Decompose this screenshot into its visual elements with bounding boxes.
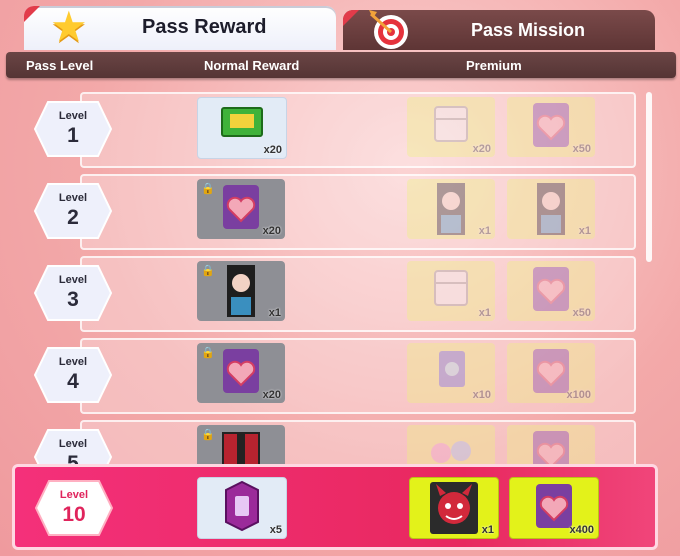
level-word: Level: [58, 110, 88, 122]
reward-slot-premium[interactable]: x1: [409, 477, 499, 539]
reward-qty: x10: [472, 389, 491, 401]
tab-corner-marker: [343, 10, 359, 26]
level-badge: Level 10: [35, 479, 113, 537]
reward-qty: x1: [268, 307, 281, 319]
reward-qty: x1: [478, 307, 491, 319]
column-header-bar: Pass Level Normal Reward Premium: [6, 52, 676, 78]
reward-list[interactable]: Level 1 x20 x20 x50 Level 2 🔒 x20 x1 x1 Level 3 🔒 x1 x1…: [0, 86, 680, 466]
target-icon: [369, 10, 408, 49]
reward-qty: x1: [578, 225, 591, 237]
reward-slot-premium[interactable]: [407, 425, 495, 466]
header-pass-level: Pass Level: [26, 58, 94, 73]
level-number: 1: [67, 124, 79, 147]
level-number: 3: [67, 288, 79, 311]
reward-slot-premium[interactable]: x20: [407, 97, 495, 157]
tab-label: Pass Mission: [471, 20, 586, 40]
reward-slot-normal[interactable]: 🔒 x1: [197, 261, 285, 321]
tab-pass-reward[interactable]: ★ Pass Reward: [24, 3, 336, 50]
lock-icon: 🔒: [201, 429, 215, 441]
reward-qty: x100: [566, 389, 591, 401]
tab-label: Pass Reward: [142, 16, 267, 38]
reward-slot-premium[interactable]: x1: [407, 179, 495, 239]
reward-slot-normal[interactable]: x20: [197, 97, 287, 159]
reward-slot-premium[interactable]: x100: [507, 343, 595, 403]
reward-qty: x50: [572, 307, 591, 319]
reward-slot-premium[interactable]: x400: [509, 477, 599, 539]
reward-qty: x20: [472, 143, 491, 155]
reward-slot-premium[interactable]: [507, 425, 595, 466]
lock-icon: 🔒: [201, 347, 215, 359]
reward-slot-normal[interactable]: 🔒 x20: [197, 343, 285, 403]
reward-qty: x400: [569, 524, 594, 536]
tab-corner-marker: [24, 6, 40, 22]
reward-slot-premium[interactable]: x50: [507, 97, 595, 157]
reward-qty: x1: [481, 524, 494, 536]
reward-qty: x20: [262, 389, 281, 401]
scrollbar[interactable]: [646, 92, 652, 262]
heart-token-icon: [533, 431, 569, 466]
reward-qty: x1: [478, 225, 491, 237]
final-reward-row[interactable]: Level 10 x5 x1 x400: [12, 464, 658, 550]
level-number: 2: [67, 206, 79, 229]
reward-slot-premium[interactable]: x1: [407, 261, 495, 321]
reward-qty: x5: [269, 524, 282, 536]
header-normal-reward: Normal Reward: [204, 58, 300, 73]
level-badge: Level 5: [34, 428, 112, 466]
lock-icon: 🔒: [201, 183, 215, 195]
level-word: Level: [59, 489, 89, 501]
reward-slot-premium[interactable]: x50: [507, 261, 595, 321]
reward-qty: x50: [572, 143, 591, 155]
bundle-icon: [431, 441, 471, 463]
reward-slot-premium[interactable]: x1: [507, 179, 595, 239]
level-badge: Level 3: [34, 264, 112, 322]
level-word: Level: [58, 356, 88, 368]
level-badge: Level 1: [34, 100, 112, 158]
tab-pass-mission[interactable]: Pass Mission: [343, 10, 655, 50]
level-number: 10: [62, 503, 86, 526]
level-badge: Level 4: [34, 346, 112, 404]
level-number: 4: [67, 370, 79, 393]
level-word: Level: [58, 438, 88, 450]
level-word: Level: [58, 274, 88, 286]
header-premium: Premium: [466, 58, 522, 73]
level-badge: Level 2: [34, 182, 112, 240]
reward-slot-premium[interactable]: x10: [407, 343, 495, 403]
lock-icon: 🔒: [201, 265, 215, 277]
star-icon: ★: [50, 3, 88, 50]
reward-slot-normal[interactable]: 🔒 x20: [197, 179, 285, 239]
reward-slot-normal[interactable]: 🔒: [197, 425, 285, 466]
reward-slot-normal[interactable]: x5: [197, 477, 287, 539]
reward-qty: x20: [262, 225, 281, 237]
level-word: Level: [58, 192, 88, 204]
reward-qty: x20: [263, 144, 282, 156]
